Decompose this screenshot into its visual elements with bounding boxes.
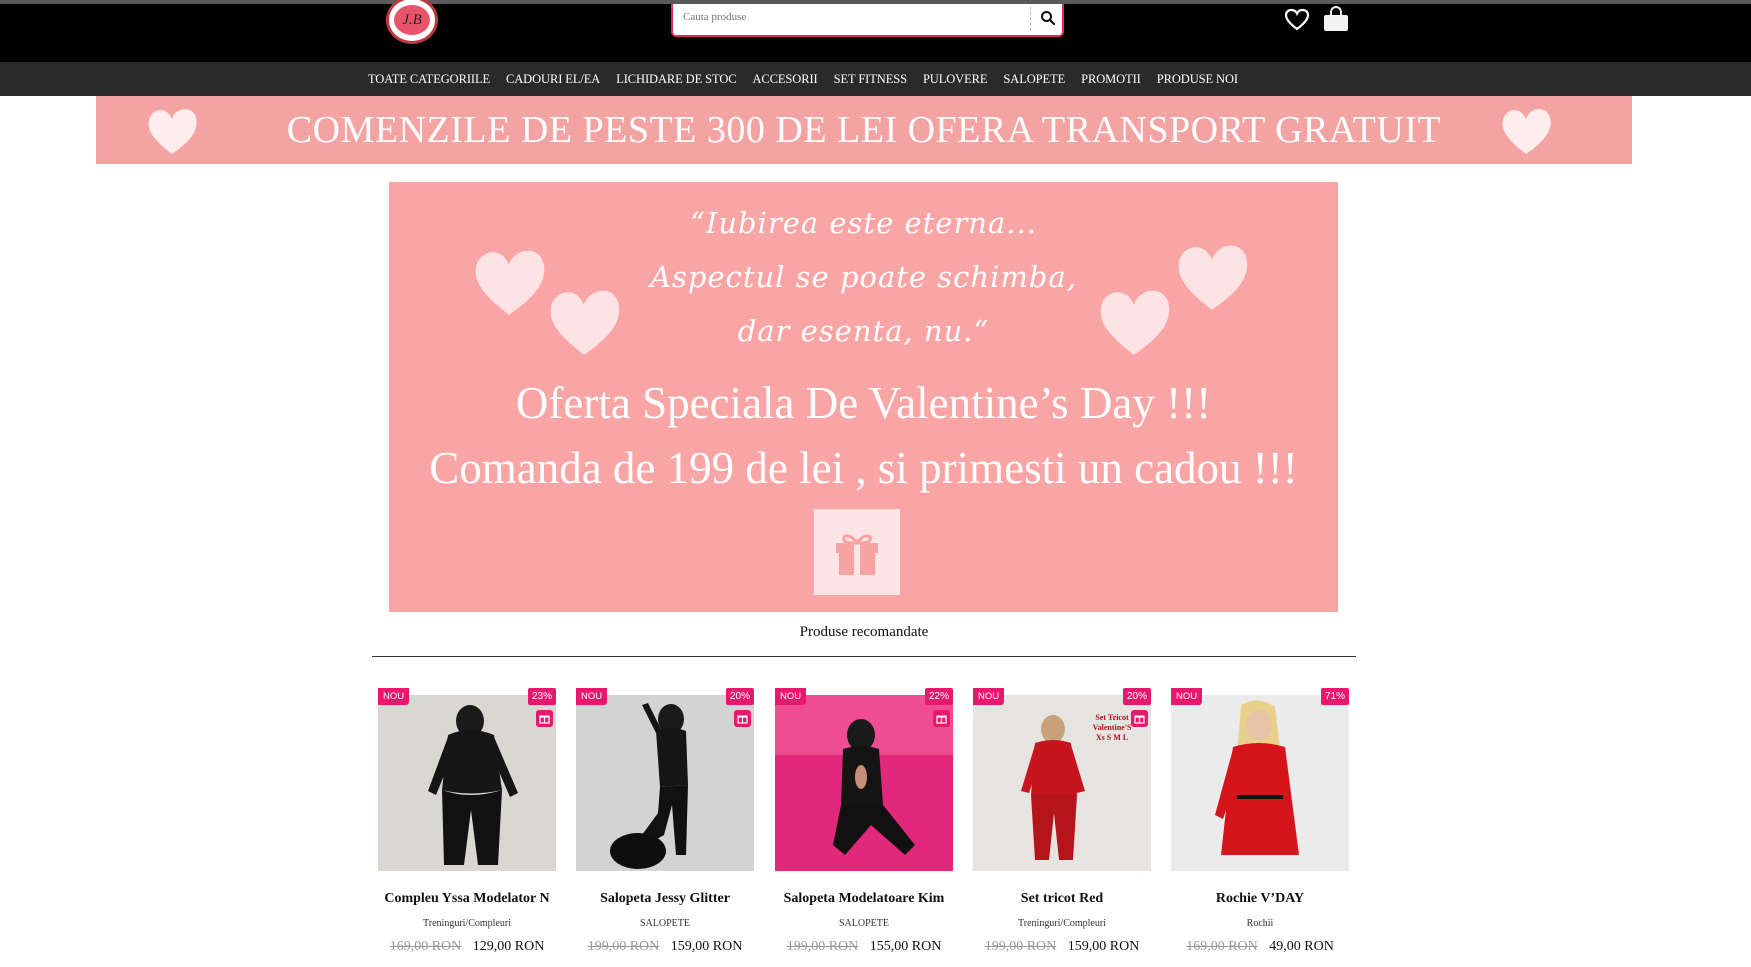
promo-text: COMENZILE DE PESTE 300 DE LEI OFERA TRAN…	[286, 109, 1442, 151]
new-badge: NOU	[775, 688, 807, 705]
site-header: J.B	[0, 0, 1751, 62]
gift-icon	[836, 534, 878, 575]
nav-item-produse-noi[interactable]: PRODUSE NOI	[1157, 62, 1238, 96]
product-card[interactable]: NOU 71% Rochie V’DAY Rochii 169,00 RON 4…	[1171, 688, 1349, 967]
product-photo-figure	[378, 695, 556, 871]
product-category: SALOPETE	[839, 918, 889, 929]
product-name[interactable]: Salopeta Modelatoare Kim	[769, 891, 959, 907]
product-category: Treninguri/Compleuri	[423, 918, 511, 929]
hero-quote-line: “Iubirea este eterna...	[690, 206, 1037, 240]
discount-badge: 71%	[1320, 688, 1349, 705]
new-badge: NOU	[973, 688, 1005, 705]
product-photo-figure	[576, 695, 754, 871]
heart-decoration-icon	[1502, 109, 1551, 154]
current-price: 159,00 RON	[670, 939, 743, 954]
price-row: 199,00 RON 159,00 RON	[570, 939, 760, 955]
old-price: 199,00 RON	[587, 939, 660, 954]
search-icon[interactable]	[1039, 9, 1057, 27]
old-price: 169,00 RON	[1186, 939, 1258, 954]
product-category: SALOPETE	[640, 918, 690, 929]
nav-item-pulovere[interactable]: PULOVERE	[923, 62, 988, 96]
hero-subtitle: Comanda de 199 de lei , si primesti un c…	[429, 443, 1298, 493]
product-photo-figure	[1171, 695, 1349, 871]
gift-icon	[933, 710, 950, 727]
new-badge: NOU	[378, 688, 410, 705]
nav-item-toate-categoriile[interactable]: TOATE CATEGORIILE	[368, 62, 490, 96]
product-card[interactable]: NOU 22% Salopeta Modelatoare Kim SALOPET…	[775, 688, 953, 967]
nav-item-promotii[interactable]: PROMOTII	[1081, 62, 1141, 96]
discount-badge: 22%	[924, 688, 953, 705]
nav-item-cadouri[interactable]: CADOURI EL/EA	[506, 62, 600, 96]
main-navigation: TOATE CATEGORIILE CADOURI EL/EA LICHIDAR…	[0, 62, 1751, 96]
gift-icon	[1131, 710, 1148, 727]
search-input[interactable]	[681, 10, 1055, 24]
heart-decoration-icon	[148, 109, 197, 154]
product-image[interactable]	[1171, 695, 1349, 871]
gift-icon	[536, 710, 553, 727]
product-image[interactable]	[378, 695, 556, 871]
new-badge: NOU	[1171, 688, 1203, 705]
old-price: 169,00 RON	[389, 939, 462, 954]
search-box	[671, 4, 1064, 37]
old-price: 199,00 RON	[786, 939, 859, 954]
logo-mark: J.B	[394, 5, 430, 35]
nav-item-lichidare-de-stoc[interactable]: LICHIDARE DE STOC	[616, 62, 736, 96]
discount-badge: 23%	[527, 688, 556, 705]
section-title: Produse recomandate	[799, 624, 929, 640]
product-name[interactable]: Salopeta Jessy Glitter	[570, 891, 760, 907]
product-name[interactable]: Compleu Yssa Modelator N	[372, 891, 562, 907]
nav-item-accesorii[interactable]: ACCESORII	[753, 62, 818, 96]
price-row: 169,00 RON 49,00 RON	[1165, 939, 1355, 955]
wishlist-heart-icon[interactable]	[1284, 8, 1310, 32]
valentines-hero-banner[interactable]: “Iubirea este eterna... Aspectul se poat…	[389, 182, 1338, 612]
product-photo-figure	[775, 695, 953, 871]
discount-badge: 20%	[1122, 688, 1151, 705]
product-name[interactable]: Rochie V’DAY	[1165, 891, 1355, 907]
hero-quote-line: Aspectul se poate schimba,	[650, 260, 1077, 294]
hero-title: Oferta Speciala De Valentine’s Day !!!	[515, 378, 1212, 428]
product-card[interactable]: NOU 23% Compleu Yssa Modelator N Trening…	[378, 688, 556, 967]
nav-item-salopete[interactable]: SALOPETE	[1003, 62, 1065, 96]
site-logo[interactable]: J.B	[386, 0, 438, 44]
old-price: 199,00 RON	[984, 939, 1057, 954]
new-badge: NOU	[576, 688, 608, 705]
product-category: Treninguri/Compleuri	[1018, 918, 1106, 929]
product-name[interactable]: Set tricot Red	[967, 891, 1157, 907]
product-image[interactable]	[576, 695, 754, 871]
price-row: 169,00 RON 129,00 RON	[372, 939, 562, 955]
free-shipping-banner[interactable]: COMENZILE DE PESTE 300 DE LEI OFERA TRAN…	[96, 96, 1632, 164]
nav-item-set-fitness[interactable]: SET FITNESS	[834, 62, 907, 96]
product-grid: NOU 23% Compleu Yssa Modelator N Trening…	[378, 688, 1350, 967]
gift-icon	[734, 710, 751, 727]
product-card[interactable]: Set Tricot Valentine'S Xs S M L NOU 20% …	[973, 688, 1151, 967]
shopping-bag-icon[interactable]	[1322, 6, 1350, 32]
current-price: 159,00 RON	[1067, 939, 1140, 954]
hero-quote-line: dar esenta, nu.“	[737, 314, 990, 348]
price-row: 199,00 RON 155,00 RON	[769, 939, 959, 955]
price-row: 199,00 RON 159,00 RON	[967, 939, 1157, 955]
product-image[interactable]	[775, 695, 953, 871]
search-divider	[1030, 7, 1031, 31]
product-image[interactable]: Set Tricot Valentine'S Xs S M L	[973, 695, 1151, 871]
current-price: 129,00 RON	[472, 939, 545, 954]
section-divider	[372, 656, 1356, 657]
product-card[interactable]: NOU 20% Salopeta Jessy Glitter SALOPETE …	[576, 688, 754, 967]
gift-tile	[814, 509, 900, 595]
product-category: Rochii	[1246, 918, 1274, 929]
discount-badge: 20%	[725, 688, 754, 705]
current-price: 49,00 RON	[1269, 939, 1334, 954]
current-price: 155,00 RON	[869, 939, 942, 954]
